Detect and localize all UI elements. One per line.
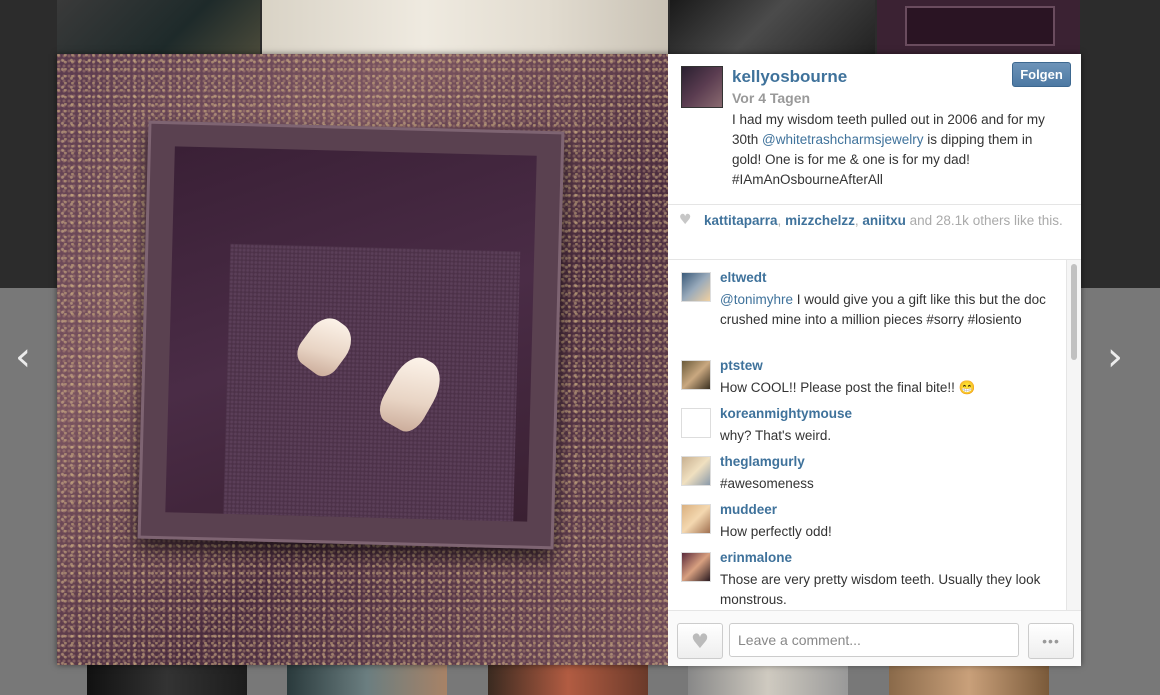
photo-box: [137, 120, 565, 550]
grid-thumbnail[interactable]: [877, 0, 1080, 54]
comment-input[interactable]: [729, 623, 1019, 657]
grid-thumbnail[interactable]: [262, 0, 668, 54]
next-arrow-icon[interactable]: ›: [1100, 337, 1130, 377]
likes-count[interactable]: 28.1k: [936, 213, 969, 228]
post-caption: I had my wisdom teeth pulled out in 2006…: [732, 112, 1045, 187]
commenter-avatar[interactable]: [681, 272, 711, 302]
post-photo[interactable]: [57, 54, 668, 665]
comments-list[interactable]: eltwedt @tonimyhre I would give you a gi…: [668, 260, 1081, 610]
comment-text: How perfectly odd!: [720, 524, 832, 539]
follow-button[interactable]: Folgen: [1012, 62, 1071, 87]
author-username[interactable]: kellyosbourne: [732, 67, 847, 87]
commenter-username[interactable]: eltwedt: [720, 270, 767, 285]
commenter-username[interactable]: koreanmightymouse: [720, 406, 852, 421]
previous-arrow-icon[interactable]: ‹: [8, 337, 38, 377]
grid-thumbnail[interactable]: [889, 665, 1049, 695]
commenter-username[interactable]: muddeer: [720, 502, 777, 517]
commenter-avatar[interactable]: [681, 552, 711, 582]
grid-thumbnail[interactable]: [87, 665, 247, 695]
post-header: kellyosbourne Vor 4 Tagen Folgen I had m…: [668, 54, 1081, 205]
grid-thumbnail[interactable]: [57, 0, 260, 54]
caption-mention-link[interactable]: @whitetrashcharmsjewelry: [762, 132, 924, 147]
comment-text: Those are very pretty wisdom teeth. Usua…: [720, 572, 1041, 607]
commenter-avatar[interactable]: [681, 408, 711, 438]
grid-thumbnail[interactable]: [287, 665, 447, 695]
comment-mention-link[interactable]: @tonimyhre: [720, 292, 793, 307]
liker-link[interactable]: mizzchelzz: [785, 213, 855, 228]
comment-text: why? That's weird.: [720, 428, 832, 443]
grid-thumbnail[interactable]: [670, 0, 875, 54]
post-footer: ♥ •••: [668, 610, 1081, 666]
post-sidebar: kellyosbourne Vor 4 Tagen Folgen I had m…: [668, 54, 1081, 666]
comment-text: How COOL!! Please post the final bite!! …: [720, 380, 976, 395]
heart-icon: ♥: [691, 629, 709, 653]
likes-summary: ♥ kattitaparra, mizzchelzz, aniitxu and …: [668, 205, 1081, 260]
commenter-username[interactable]: theglamgurly: [720, 454, 805, 469]
grid-thumbnail[interactable]: [688, 665, 848, 695]
liker-link[interactable]: aniitxu: [862, 213, 906, 228]
comments-scrollbar[interactable]: [1066, 260, 1081, 610]
post-modal: kellyosbourne Vor 4 Tagen Folgen I had m…: [57, 54, 1081, 666]
like-button[interactable]: ♥: [677, 623, 723, 659]
post-timestamp: Vor 4 Tagen: [732, 90, 811, 106]
commenter-avatar[interactable]: [681, 504, 711, 534]
commenter-avatar[interactable]: [681, 360, 711, 390]
grid-thumbnail[interactable]: [488, 665, 648, 695]
scrollbar-thumb[interactable]: [1071, 264, 1077, 360]
liker-link[interactable]: kattitaparra: [704, 213, 778, 228]
commenter-username[interactable]: ptstew: [720, 358, 763, 373]
comment-text: #awesomeness: [720, 476, 814, 491]
comment-text: @tonimyhre I would give you a gift like …: [720, 292, 1046, 327]
commenter-username[interactable]: erinmalone: [720, 550, 792, 565]
heart-icon: ♥: [679, 212, 692, 228]
commenter-avatar[interactable]: [681, 456, 711, 486]
author-avatar[interactable]: [681, 66, 723, 108]
more-options-button[interactable]: •••: [1028, 623, 1074, 659]
